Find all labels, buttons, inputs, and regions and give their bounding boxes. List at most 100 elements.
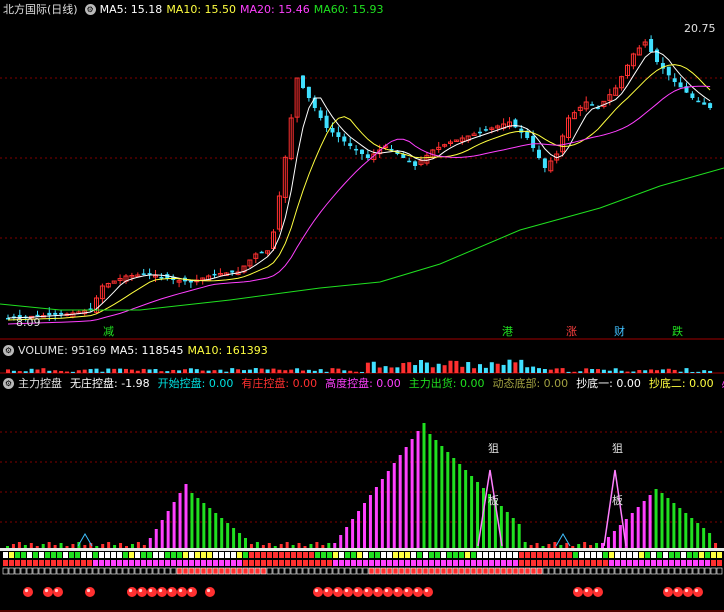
signal-square	[657, 560, 662, 566]
gear-icon[interactable]: ⚙	[84, 3, 96, 15]
signal-square	[393, 552, 398, 558]
signal-square	[674, 567, 681, 575]
signal-square	[158, 567, 165, 575]
volume-bar	[348, 370, 353, 373]
indicator-bar	[529, 545, 533, 548]
candle-body	[590, 104, 595, 106]
volume-bar	[259, 368, 264, 373]
signal-square	[681, 560, 686, 566]
volume-bar	[177, 370, 182, 373]
ball-highlight	[86, 588, 91, 593]
candle-body	[483, 129, 488, 131]
volume-bar	[365, 362, 370, 373]
signal-square	[519, 552, 524, 558]
signal-square	[141, 560, 146, 566]
indicator-chart[interactable]: 狙 板 狙 板	[0, 392, 724, 612]
signal-square	[651, 560, 656, 566]
indicator-bar	[113, 545, 117, 548]
indicator-bar	[208, 508, 212, 548]
indicator-bar	[119, 543, 123, 548]
signal-square	[429, 560, 434, 566]
signal-square	[129, 552, 134, 558]
indicator-bar	[464, 470, 468, 548]
volume-bar	[702, 370, 707, 373]
indicator-bar	[565, 543, 569, 548]
signal-square	[116, 567, 123, 575]
signal-square	[63, 552, 68, 558]
signal-square	[447, 560, 452, 566]
signal-square	[513, 552, 518, 558]
ball-highlight	[148, 588, 153, 593]
signal-square	[381, 560, 386, 566]
price-chart[interactable]: 20.75 8.09 减 港 涨 财 跌	[0, 18, 724, 340]
ma5-readout: MA5: 15.18	[99, 2, 163, 16]
signal-square	[471, 552, 476, 558]
indicator-bar	[166, 511, 170, 548]
signal-square	[147, 552, 152, 558]
signal-square	[627, 552, 632, 558]
indicator-bar	[422, 423, 426, 548]
signal-ball	[157, 587, 167, 597]
signal-square	[32, 567, 39, 575]
volume-bar	[460, 366, 465, 373]
signal-square	[495, 560, 500, 566]
gear-icon[interactable]: ⚙	[3, 344, 14, 356]
signal-square	[81, 552, 86, 558]
candle-body	[330, 127, 335, 133]
signal-square	[435, 552, 440, 558]
signal-square	[117, 552, 122, 558]
signal-ball	[167, 587, 177, 597]
signal-label-3: 涨	[566, 325, 577, 338]
signal-square	[572, 567, 579, 575]
signal-square	[309, 552, 314, 558]
signal-ball	[85, 587, 95, 597]
signal-square	[164, 567, 171, 575]
volume-bar	[696, 371, 701, 373]
indicator-bar	[83, 545, 87, 548]
ball-highlight	[24, 588, 29, 593]
signal-square	[63, 560, 68, 566]
signal-square	[632, 567, 639, 575]
signal-ball	[23, 587, 33, 597]
indicator-bar	[452, 458, 456, 548]
signal-square	[705, 560, 710, 566]
indicator-bar	[684, 513, 688, 548]
gear-icon[interactable]: ⚙	[3, 377, 14, 389]
ball-highlight	[424, 588, 429, 593]
signal-square	[387, 560, 392, 566]
ball-highlight	[138, 588, 143, 593]
signal-square	[356, 567, 363, 575]
signal-square	[140, 567, 147, 575]
indicator-bar	[95, 546, 99, 548]
volume-bar	[371, 361, 376, 373]
volume-bar	[218, 369, 223, 373]
volume-bar	[301, 370, 305, 373]
signal-square	[476, 567, 483, 575]
signal-square	[711, 552, 716, 558]
signal-square	[387, 552, 392, 558]
signal-square	[584, 567, 591, 575]
volume-bar	[159, 371, 164, 373]
volume-bar	[106, 368, 111, 373]
volume-bar	[478, 364, 482, 373]
indicator-bar	[178, 493, 182, 548]
signal-ball	[393, 587, 403, 597]
indicator-bar	[41, 544, 45, 548]
ball-highlight	[384, 588, 389, 593]
indicator-bar	[696, 523, 700, 548]
volume-chart[interactable]	[0, 358, 724, 374]
signal-ball	[683, 587, 693, 597]
signal-square	[129, 560, 134, 566]
signal-ball	[693, 587, 703, 597]
volume-bar	[472, 368, 477, 373]
volume-readout: VOLUME: 95169	[18, 343, 107, 357]
indicator-bar	[392, 463, 396, 548]
signal-square	[117, 560, 122, 566]
signal-square	[543, 552, 548, 558]
signal-square	[291, 560, 296, 566]
volume-bar	[41, 368, 46, 373]
signal-square	[650, 567, 657, 575]
signal-ball	[663, 587, 673, 597]
signal-square	[699, 560, 704, 566]
indicator-bar	[690, 518, 694, 548]
